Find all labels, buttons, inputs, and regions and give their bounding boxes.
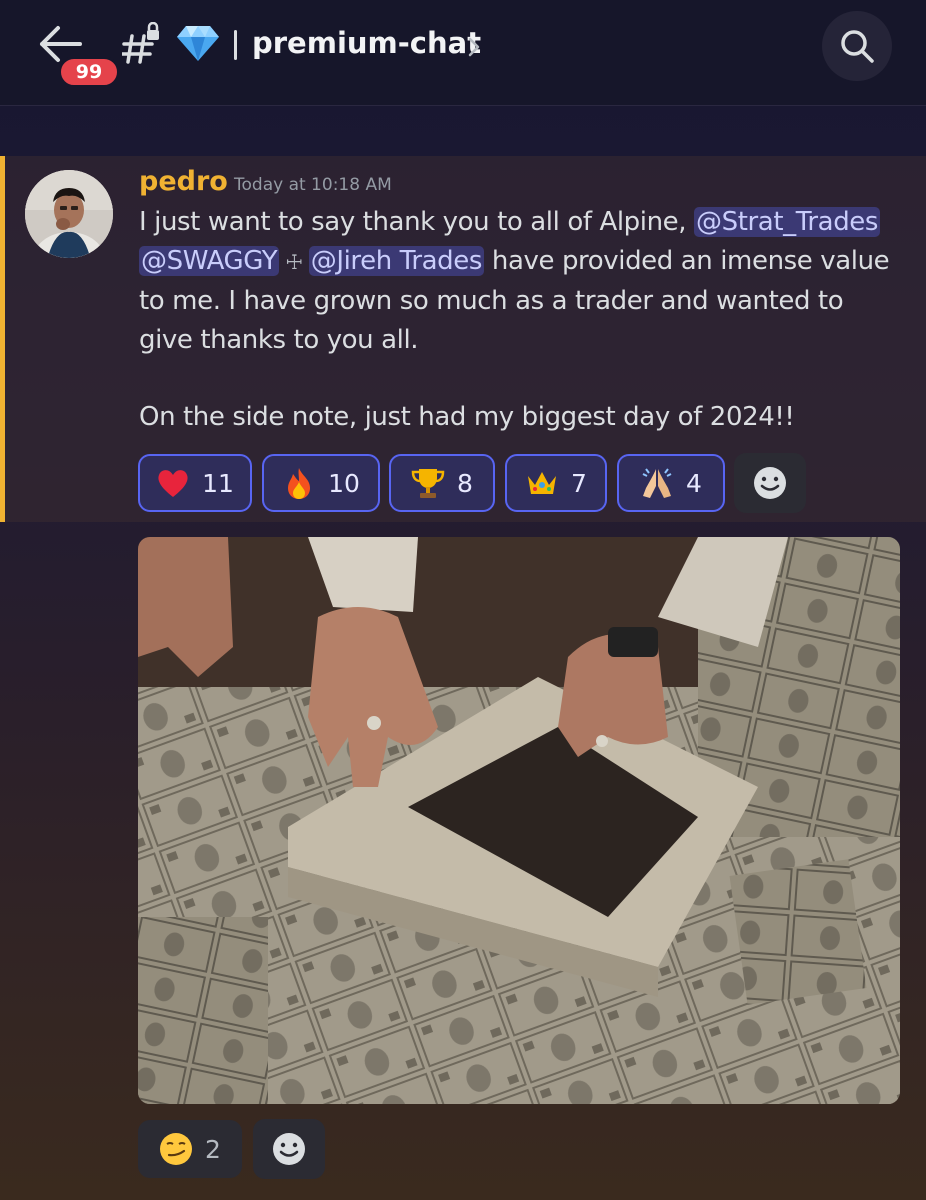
- add-reaction-button[interactable]: [734, 453, 806, 513]
- reaction-crown[interactable]: 7: [505, 454, 607, 512]
- reaction-trophy[interactable]: 8: [389, 454, 495, 512]
- gem-icon: [176, 24, 220, 62]
- crown-icon: [525, 466, 559, 500]
- search-icon: [841, 30, 874, 63]
- title-divider: [234, 30, 237, 60]
- reaction-count: 4: [686, 468, 702, 498]
- role-badge-icon: ☩: [285, 250, 303, 274]
- smiley-add-icon: [273, 1133, 305, 1165]
- reaction-count: 11: [202, 468, 234, 498]
- reaction-count: 2: [205, 1134, 221, 1164]
- reaction-smirk[interactable]: 2: [138, 1120, 242, 1178]
- channel-header: 99 premium-chat: [0, 0, 926, 106]
- message-author[interactable]: pedro: [139, 166, 228, 197]
- folded-hands-icon: [640, 466, 674, 500]
- add-reaction-button[interactable]: [253, 1119, 325, 1179]
- unread-badge: 99: [58, 56, 120, 88]
- reaction-heart[interactable]: 11: [138, 454, 252, 512]
- money-counting-image: [138, 537, 900, 1104]
- message-body: I just want to say thank you to all of A…: [139, 203, 899, 360]
- avatar[interactable]: [25, 170, 113, 258]
- trophy-icon: [411, 466, 445, 500]
- smiley-add-icon: [754, 467, 786, 499]
- message-second-paragraph: On the side note, just had my biggest da…: [139, 402, 795, 432]
- message-text-intro: I just want to say thank you to all of A…: [139, 207, 694, 237]
- channel-name[interactable]: premium-chat: [252, 26, 481, 60]
- attached-gif-image[interactable]: [138, 537, 900, 1104]
- reaction-folded-hands[interactable]: 4: [617, 454, 725, 512]
- smirk-icon: [159, 1132, 193, 1166]
- reaction-fire[interactable]: 10: [262, 454, 380, 512]
- mention-jireh-trades[interactable]: @Jireh Trades: [308, 246, 485, 276]
- reaction-count: 10: [328, 468, 360, 498]
- locked-channel-icon: [120, 21, 162, 66]
- chevron-right-icon[interactable]: [466, 36, 482, 58]
- reaction-count: 8: [457, 468, 473, 498]
- reaction-count: 7: [571, 468, 587, 498]
- search-button[interactable]: [822, 11, 892, 81]
- mention-swaggy[interactable]: @SWAGGY: [139, 246, 280, 276]
- fire-icon: [282, 466, 316, 500]
- heart-icon: [156, 466, 190, 500]
- mention-strat-trades[interactable]: @Strat_Trades: [694, 207, 881, 237]
- message-timestamp: Today at 10:18 AM: [234, 175, 392, 195]
